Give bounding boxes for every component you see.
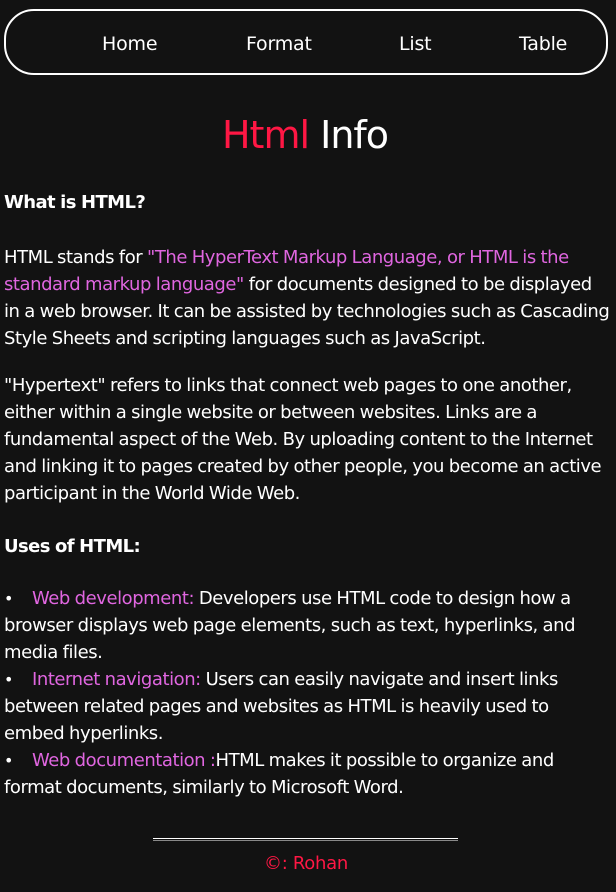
bullet-icon: • xyxy=(4,751,13,770)
uses-list: • Web development: Developers use HTML co… xyxy=(4,585,610,801)
footer-divider xyxy=(153,838,458,841)
footer-copyright: ©: Rohan xyxy=(264,853,348,874)
nav-item-format[interactable]: Format xyxy=(246,33,312,55)
bullet-icon: • xyxy=(4,589,13,608)
list-item: • Web development: Developers use HTML co… xyxy=(4,585,610,666)
intro-paragraph: HTML stands for "The HyperText Markup La… xyxy=(4,244,610,352)
uses-of-html-heading: Uses of HTML: xyxy=(4,536,141,557)
main-content: What is HTML? HTML stands for "The Hyper… xyxy=(4,188,610,801)
intro-text-before: HTML stands for xyxy=(4,247,147,268)
list-item: • Internet navigation: Users can easily n… xyxy=(4,666,610,747)
page-title-accent: Html xyxy=(221,113,310,157)
page-title: Html Info xyxy=(0,112,610,158)
nav-item-list[interactable]: List xyxy=(399,33,432,55)
top-navbar: Home Format List Table xyxy=(4,9,608,75)
list-item: • Web documentation :HTML makes it possib… xyxy=(4,747,610,801)
hypertext-paragraph: "Hypertext" refers to links that connect… xyxy=(4,375,602,504)
nav-item-home[interactable]: Home xyxy=(102,33,158,55)
use-term-web-development: Web development: xyxy=(32,588,195,609)
what-is-html-heading: What is HTML? xyxy=(4,192,146,213)
use-term-web-documentation: Web documentation : xyxy=(32,750,216,771)
use-term-internet-navigation: Internet navigation: xyxy=(32,669,201,690)
nav-item-table[interactable]: Table xyxy=(519,33,567,55)
bullet-icon: • xyxy=(4,670,13,689)
page-title-rest: Info xyxy=(309,113,389,157)
